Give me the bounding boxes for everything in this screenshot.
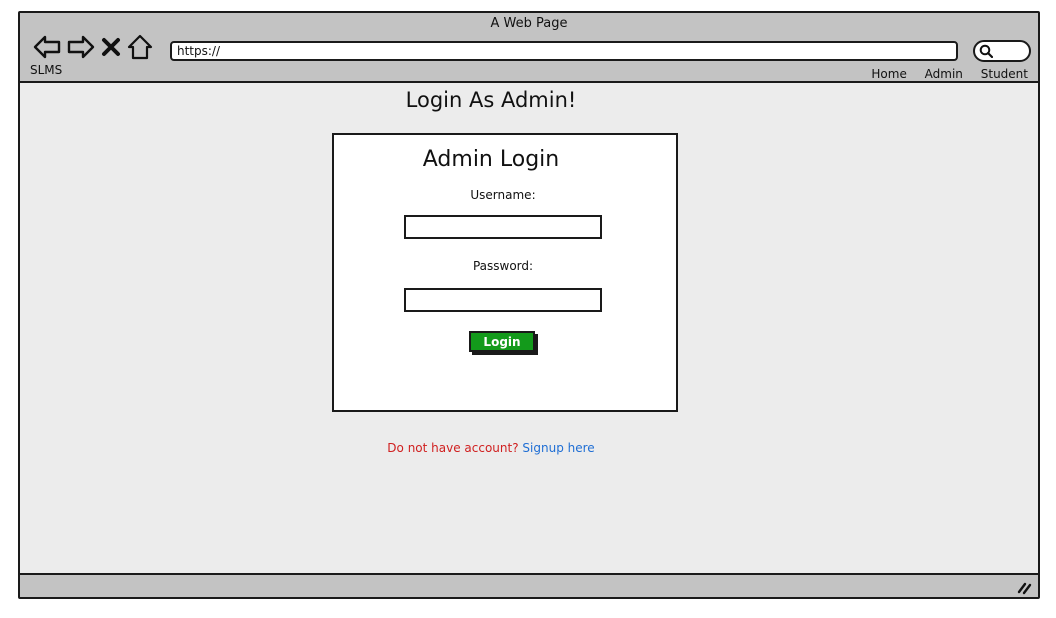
nav-link-home[interactable]: Home xyxy=(871,67,906,81)
nav-link-student[interactable]: Student xyxy=(981,67,1028,81)
browser-statusbar xyxy=(20,573,1038,597)
close-x-icon[interactable] xyxy=(100,33,122,61)
browser-window: A Web Page https:// SLMS Home Admin Stud… xyxy=(18,11,1040,599)
url-input[interactable]: https:// xyxy=(170,41,958,61)
window-title: A Web Page xyxy=(490,16,568,31)
resize-grip-icon[interactable] xyxy=(1016,579,1032,595)
password-label: Password: xyxy=(472,259,534,273)
signup-prompt: Do not have account? Signup here xyxy=(20,441,962,455)
username-field[interactable] xyxy=(404,215,602,239)
login-button[interactable]: Login xyxy=(469,331,535,352)
top-navigation: Home Admin Student xyxy=(857,67,1028,81)
page-content: Login As Admin! Admin Login Username: Pa… xyxy=(20,83,1038,575)
password-field[interactable] xyxy=(404,288,602,312)
page-title: Login As Admin! xyxy=(405,88,577,112)
login-card-title: Admin Login xyxy=(422,147,560,172)
site-brand: SLMS xyxy=(30,63,63,77)
admin-login-card: Admin Login Username: Password: Login xyxy=(332,133,678,412)
home-icon[interactable] xyxy=(126,33,154,61)
browser-titlebar: A Web Page https:// SLMS Home Admin Stud… xyxy=(20,13,1038,83)
nav-link-admin[interactable]: Admin xyxy=(925,67,963,81)
signup-question: Do not have account? xyxy=(387,441,519,455)
username-label: Username: xyxy=(470,188,536,202)
search-button[interactable] xyxy=(973,40,1031,62)
signup-link[interactable]: Signup here xyxy=(522,441,594,455)
back-arrow-icon[interactable] xyxy=(32,33,62,61)
browser-nav-controls xyxy=(32,33,158,61)
search-icon xyxy=(979,44,993,58)
forward-arrow-icon[interactable] xyxy=(66,33,96,61)
